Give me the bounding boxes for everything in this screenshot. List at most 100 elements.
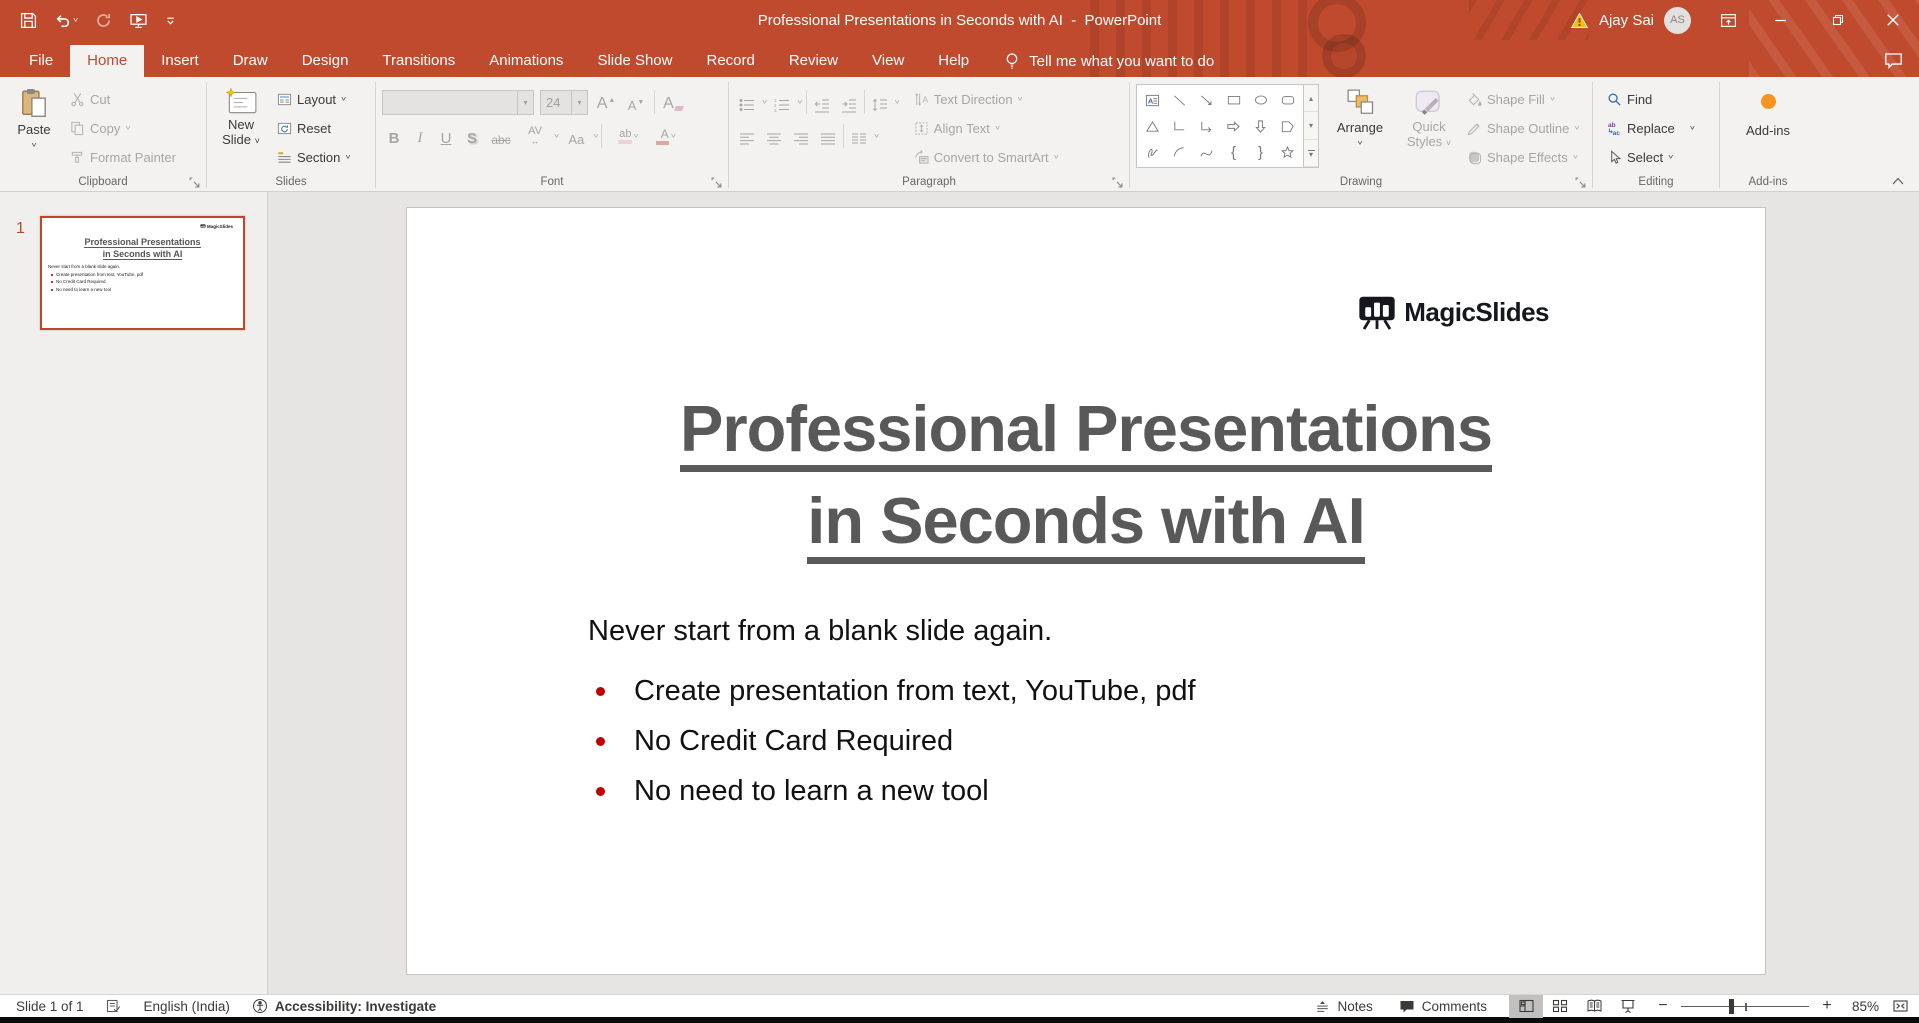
shape-elbow-connector[interactable]	[1166, 113, 1193, 139]
shape-right-arrow[interactable]	[1220, 113, 1247, 139]
shapes-gallery-scrollbar[interactable]: ▴ ▾ ▾	[1304, 84, 1319, 168]
shape-right-brace[interactable]: }	[1247, 139, 1274, 165]
shape-outline-button[interactable]: Shape Outline ˅	[1467, 117, 1580, 139]
shape-effects-button[interactable]: Shape Effects ˅	[1467, 146, 1580, 168]
find-button[interactable]: Find	[1607, 88, 1713, 110]
minimize-button[interactable]	[1751, 0, 1809, 40]
align-text-button[interactable]: Align Text ˅	[914, 117, 1059, 139]
warning-icon[interactable]	[1570, 12, 1589, 29]
gallery-more-icon[interactable]: ▾	[1304, 140, 1318, 167]
justify-button[interactable]	[816, 125, 840, 147]
shape-fill-button[interactable]: Shape Fill ˅	[1467, 88, 1580, 110]
shape-star[interactable]	[1274, 139, 1301, 165]
paragraph-dialog-launcher-icon[interactable]	[1112, 177, 1123, 188]
shape-curve[interactable]	[1193, 139, 1220, 165]
shape-scribble[interactable]	[1139, 139, 1166, 165]
bold-button[interactable]: B	[382, 125, 406, 147]
tab-transitions[interactable]: Transitions	[365, 45, 472, 77]
restore-button[interactable]	[1809, 0, 1867, 40]
view-slide-sorter-button[interactable]	[1543, 995, 1577, 1018]
spellcheck-icon[interactable]	[106, 998, 122, 1014]
underline-button[interactable]: U	[434, 125, 458, 147]
zoom-slider[interactable]	[1681, 995, 1809, 1018]
tab-slide-show[interactable]: Slide Show	[580, 45, 689, 77]
highlight-color-button[interactable]: ab	[604, 125, 632, 147]
cut-button[interactable]: Cut	[70, 88, 176, 110]
tab-draw[interactable]: Draw	[216, 45, 285, 77]
slide[interactable]: MagicSlides Professional Presentations i…	[406, 207, 1766, 975]
bullets-button[interactable]	[735, 91, 759, 113]
line-spacing-button[interactable]	[868, 91, 892, 113]
tab-file[interactable]: File	[12, 45, 70, 77]
font-dialog-launcher-icon[interactable]	[711, 177, 722, 188]
shape-rectangle[interactable]	[1220, 87, 1247, 113]
ribbon-display-options-icon[interactable]	[1705, 0, 1751, 40]
align-left-button[interactable]	[735, 125, 759, 147]
new-slide-button[interactable]: New Slide ˅	[213, 84, 269, 174]
select-button[interactable]: Select ˅	[1607, 146, 1713, 168]
comments-button[interactable]: Comments	[1399, 999, 1487, 1014]
shape-arc[interactable]	[1166, 139, 1193, 165]
addins-button[interactable]: Add-ins	[1726, 84, 1810, 138]
slide-indicator[interactable]: Slide 1 of 1	[16, 999, 84, 1014]
clear-formatting-button[interactable]: A	[661, 91, 685, 113]
language-indicator[interactable]: English (India)	[144, 999, 230, 1014]
columns-button[interactable]	[847, 125, 871, 147]
increase-indent-button[interactable]	[837, 91, 861, 113]
paste-button[interactable]: Paste ˅	[6, 84, 62, 174]
text-shadow-button[interactable]: S	[460, 125, 484, 147]
arrange-button[interactable]: Arrange ˅	[1329, 84, 1391, 174]
font-size-combobox[interactable]: 24 ▾	[540, 89, 588, 115]
numbering-button[interactable]: 123	[770, 91, 794, 113]
clipboard-dialog-launcher-icon[interactable]	[189, 177, 200, 188]
section-button[interactable]: Section ˅	[277, 146, 351, 168]
view-reading-button[interactable]	[1577, 995, 1611, 1018]
italic-button[interactable]: I	[408, 125, 432, 147]
layout-button[interactable]: Layout ˅	[277, 88, 351, 110]
increase-font-size-button[interactable]: A ▲	[594, 91, 618, 113]
view-slideshow-button[interactable]	[1611, 995, 1645, 1018]
slide-thumbnail[interactable]: MagicSlides Professional Presentations i…	[40, 216, 245, 330]
decrease-font-size-button[interactable]: A ▼	[624, 91, 648, 113]
avatar[interactable]: AS	[1664, 6, 1691, 34]
shape-triangle[interactable]	[1139, 113, 1166, 139]
text-direction-button[interactable]: A Text Direction ˅	[914, 88, 1059, 110]
tab-review[interactable]: Review	[772, 45, 855, 77]
copy-button[interactable]: Copy ˅	[70, 117, 176, 139]
align-center-button[interactable]	[762, 125, 786, 147]
zoom-out-button[interactable]: −	[1653, 997, 1673, 1015]
tab-insert[interactable]: Insert	[144, 45, 216, 77]
replace-button[interactable]: ab ac Replace ˅	[1607, 117, 1713, 139]
accessibility-status[interactable]: Accessibility: Investigate	[252, 998, 436, 1014]
shape-oval[interactable]	[1247, 87, 1274, 113]
shape-rounded-rectangle[interactable]	[1274, 87, 1301, 113]
shape-freeform[interactable]	[1274, 113, 1301, 139]
strikethrough-button[interactable]: abc	[486, 125, 516, 147]
font-name-dropdown-icon[interactable]: ▾	[517, 90, 533, 114]
quick-styles-button[interactable]: Quick Styles ˅	[1401, 84, 1457, 174]
magicslides-logo[interactable]: MagicSlides	[1357, 294, 1549, 330]
slide-title[interactable]: Professional Presentations in Seconds wi…	[407, 396, 1765, 580]
slide-subtitle[interactable]: Never start from a blank slide again.	[588, 615, 1052, 648]
drawing-dialog-launcher-icon[interactable]	[1575, 177, 1586, 188]
shape-left-brace[interactable]: {	[1220, 139, 1247, 165]
tab-view[interactable]: View	[855, 45, 921, 77]
format-painter-button[interactable]: Format Painter	[70, 146, 176, 168]
decrease-indent-button[interactable]	[810, 91, 834, 113]
close-button[interactable]	[1867, 0, 1919, 40]
zoom-slider-handle[interactable]	[1729, 998, 1734, 1014]
fit-slide-to-window-icon[interactable]	[1885, 995, 1915, 1018]
align-right-button[interactable]	[789, 125, 813, 147]
character-spacing-button[interactable]: AV ↔	[518, 125, 552, 147]
tab-animations[interactable]: Animations	[472, 45, 580, 77]
shape-line[interactable]	[1166, 87, 1193, 113]
zoom-level[interactable]: 85%	[1837, 999, 1879, 1014]
reset-button[interactable]: Reset	[277, 117, 351, 139]
font-size-dropdown-icon[interactable]: ▾	[571, 90, 587, 114]
gallery-up-icon[interactable]: ▴	[1304, 85, 1318, 113]
tab-help[interactable]: Help	[921, 45, 986, 77]
collapse-ribbon-icon[interactable]	[1891, 175, 1905, 187]
tab-home[interactable]: Home	[70, 45, 145, 77]
shape-text-box[interactable]: A	[1139, 87, 1166, 113]
change-case-button[interactable]: Aa	[561, 125, 591, 147]
